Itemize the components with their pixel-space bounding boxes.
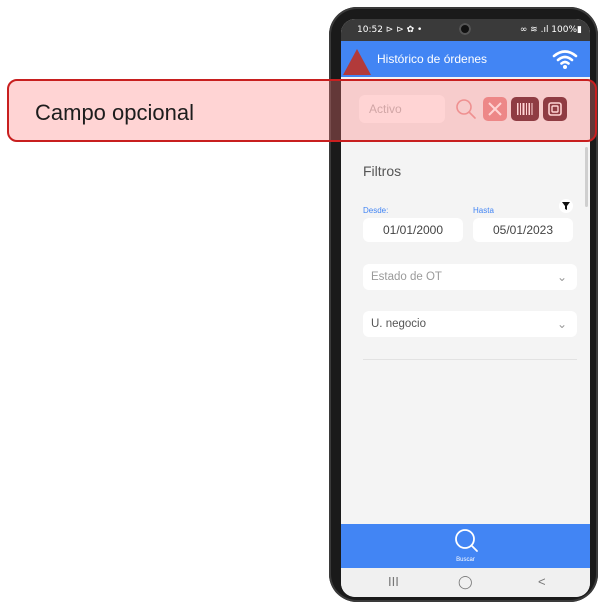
estado-ot-label: Estado de OT [371, 271, 442, 283]
chevron-down-icon: ⌄ [556, 270, 567, 284]
status-battery: ∞ ≋ .ıl 100%▮ [519, 25, 582, 35]
wifi-icon[interactable] [552, 47, 578, 71]
front-camera-icon [459, 23, 471, 35]
app-logo-icon [343, 49, 371, 75]
chevron-down-icon: ⌄ [556, 317, 567, 331]
filters-title: Filtros [363, 163, 402, 179]
optional-field-callout: Campo opcional [7, 79, 597, 142]
android-nav-bar: III ◯ < [341, 568, 590, 597]
search-button-label: Buscar [456, 557, 475, 563]
divider [363, 359, 577, 360]
search-button[interactable]: Buscar [341, 524, 590, 568]
scrollbar[interactable] [585, 147, 588, 207]
recent-apps-button[interactable]: III [388, 574, 399, 589]
search-icon [455, 529, 478, 552]
callout-text: Campo opcional [35, 100, 194, 125]
home-button[interactable]: ◯ [458, 574, 473, 590]
back-button[interactable]: < [538, 574, 546, 589]
filter-icon[interactable] [559, 199, 573, 213]
page-title: Histórico de órdenes [377, 52, 488, 66]
hasta-label: Hasta [473, 206, 494, 215]
desde-label: Desde: [363, 206, 389, 215]
hasta-date-field[interactable]: 05/01/2023 [473, 218, 573, 242]
estado-ot-select[interactable]: Estado de OT ⌄ [363, 264, 577, 290]
unidad-negocio-select[interactable]: U. negocio ⌄ [363, 311, 577, 337]
status-time: 10:52 ⊳ ⊳ ✿ • [357, 25, 423, 35]
app-header: Histórico de órdenes [341, 41, 590, 77]
status-bar: 10:52 ⊳ ⊳ ✿ • ∞ ≋ .ıl 100%▮ [341, 19, 590, 41]
unidad-negocio-label: U. negocio [371, 318, 426, 330]
desde-date-field[interactable]: 01/01/2000 [363, 218, 463, 242]
